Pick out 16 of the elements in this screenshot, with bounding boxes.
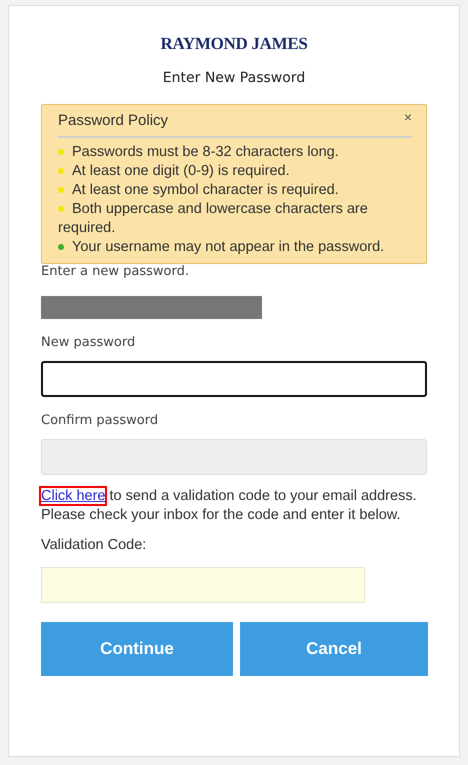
field-label: Confirm password (41, 413, 160, 428)
field-label: Validation Code: (41, 537, 148, 553)
validation-code-field[interactable] (41, 567, 365, 603)
instruction-text: Enter a new password. (41, 264, 190, 279)
policy-rule: Passwords must be 8-32 characters long. (58, 143, 412, 162)
policy-rule: At least one symbol character is required. (58, 181, 412, 200)
click-here-link[interactable]: Click here (41, 488, 106, 504)
password-field[interactable] (41, 361, 427, 397)
page-title: Enter New Password (162, 70, 306, 86)
logo: RAYMOND JAMES (159, 34, 309, 54)
close-button[interactable]: × (404, 108, 412, 127)
validation-instructions: Click here to send a validation code to your email address. Please check your inbox for the code and enter it below. (41, 487, 418, 525)
policy-rule: Both uppercase and lowercase characters are required. (58, 200, 369, 238)
policy-rule: At least one digit (0-9) is required. (58, 162, 412, 181)
field-label: New password (41, 335, 136, 350)
policy-rule: Your username may not appear in the password. (58, 238, 412, 257)
